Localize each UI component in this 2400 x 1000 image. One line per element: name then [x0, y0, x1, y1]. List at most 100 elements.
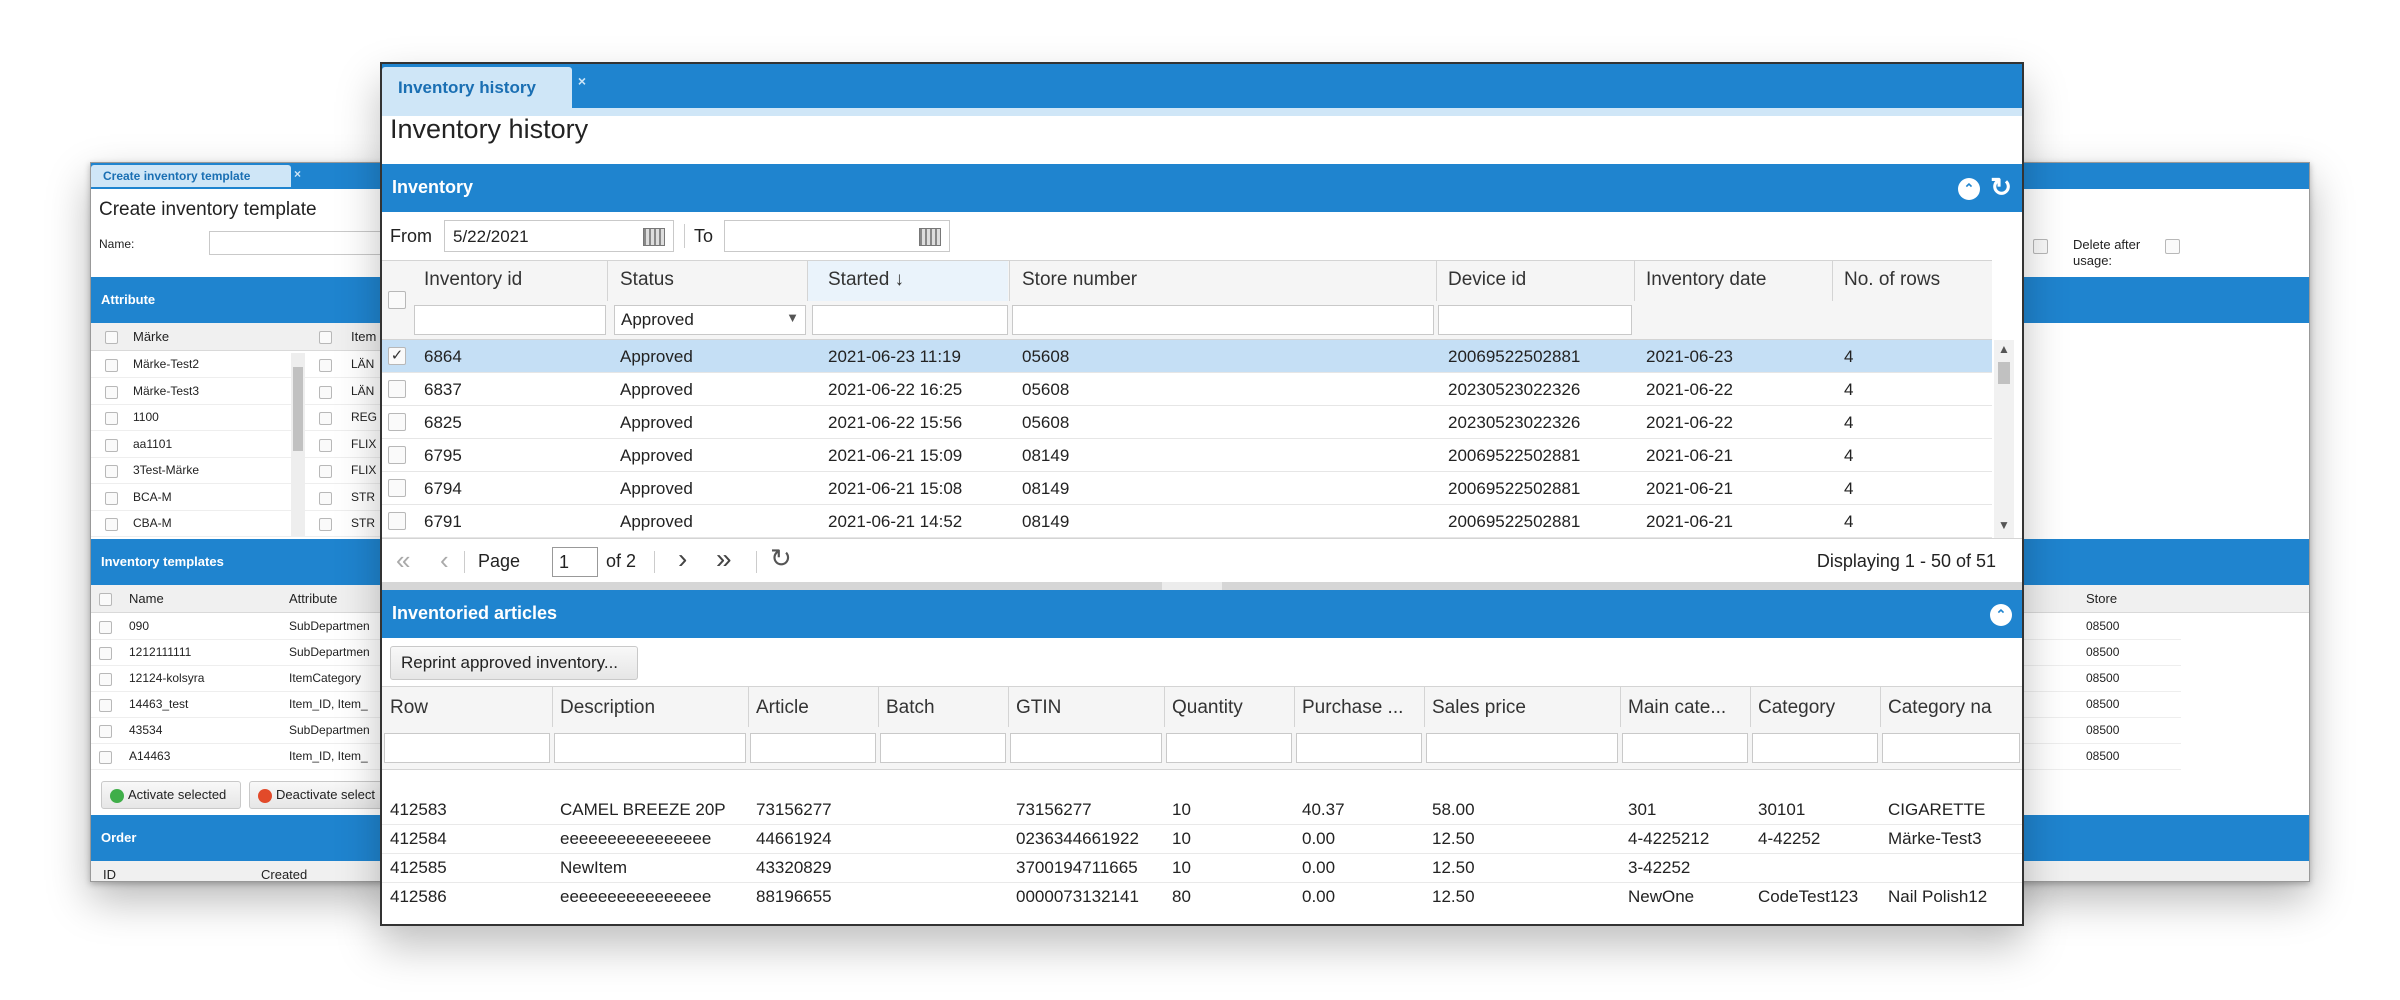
filter-qty[interactable]: [1166, 733, 1292, 763]
filter-cat[interactable]: [1752, 733, 1878, 763]
previous-page-icon[interactable]: ‹: [440, 545, 449, 576]
row-checkbox[interactable]: [319, 438, 332, 452]
table-row[interactable]: 412586 eeeeeeeeeeeeeeee 88196655 0000073132…: [382, 883, 2022, 910]
row-checkbox[interactable]: [105, 412, 118, 425]
row-checkbox[interactable]: [105, 518, 118, 531]
refresh-icon[interactable]: ↻: [1990, 172, 2012, 202]
last-page-icon[interactable]: »: [716, 543, 732, 575]
refresh-icon[interactable]: ↻: [770, 543, 792, 574]
filter-article[interactable]: [750, 733, 876, 763]
row-checkbox[interactable]: [319, 412, 332, 425]
table-row[interactable]: 412584 eeeeeeeeeeeeeeee 44661924 0236344661…: [382, 825, 2022, 854]
from-date-field[interactable]: 5/22/2021: [444, 220, 674, 252]
page-number-input[interactable]: 1: [552, 547, 598, 577]
row-checkbox[interactable]: [319, 385, 332, 399]
col-catname[interactable]: Category na: [1888, 697, 2018, 719]
filter-status[interactable]: Approved ▼: [614, 305, 806, 335]
table-row[interactable]: A14463 Item_ID, Item_: [91, 744, 399, 770]
first-page-icon[interactable]: «: [396, 545, 410, 576]
checked-checkbox[interactable]: ✓: [388, 347, 406, 365]
scroll-up-icon[interactable]: ▲: [1998, 342, 2010, 356]
select-all-checkbox[interactable]: [388, 291, 406, 309]
calendar-icon[interactable]: [919, 228, 941, 246]
col-qty[interactable]: Quantity: [1172, 697, 1290, 719]
filter-row[interactable]: [384, 733, 550, 763]
col-device-id[interactable]: Device id: [1448, 269, 1526, 291]
calendar-icon[interactable]: [643, 228, 665, 246]
tab-inventory-history[interactable]: Inventory history ×: [382, 67, 586, 108]
table-row[interactable]: 6795 Approved 2021-06-21 15:09 08149 2006952…: [382, 439, 1992, 472]
table-row[interactable]: 090 SubDepartmen: [91, 614, 399, 640]
row-checkbox[interactable]: [388, 479, 406, 497]
name-input[interactable]: [209, 231, 399, 255]
row-checkbox[interactable]: [105, 438, 118, 452]
row-checkbox[interactable]: [388, 446, 406, 464]
table-row[interactable]: 6837 Approved 2021-06-22 16:25 05608 2023052…: [382, 373, 1992, 406]
chevron-up-circle-icon[interactable]: ⌃: [1990, 604, 2012, 626]
col-article[interactable]: Article: [756, 697, 874, 719]
col-no-of-rows[interactable]: No. of rows: [1844, 269, 1940, 291]
filter-desc[interactable]: [554, 733, 746, 763]
table-row[interactable]: ✓ 6864 Approved 2021-06-23 11:19 05608 200695…: [382, 340, 1992, 373]
col-inventory-id[interactable]: Inventory id: [424, 269, 522, 291]
col-cat[interactable]: Category: [1758, 697, 1876, 719]
filter-purchase[interactable]: [1296, 733, 1422, 763]
col-store-number[interactable]: Store number: [1022, 269, 1137, 291]
to-date-field[interactable]: [724, 220, 950, 252]
list-scrollbar[interactable]: [291, 353, 305, 537]
row-checkbox[interactable]: [105, 491, 118, 505]
table-row[interactable]: 6825 Approved 2021-06-22 15:56 05608 2023052…: [382, 406, 1992, 439]
list-item[interactable]: CBA-M STR: [91, 511, 399, 537]
activate-selected-button[interactable]: Activate selected: [101, 781, 241, 809]
row-checkbox[interactable]: [99, 699, 112, 712]
table-row[interactable]: 43534 SubDepartmen: [91, 718, 399, 744]
list-item[interactable]: 1100 REG: [91, 405, 399, 431]
list-item[interactable]: 3Test-Märke FLIX: [91, 458, 399, 484]
row-checkbox[interactable]: [319, 491, 332, 505]
col-status[interactable]: Status: [620, 269, 674, 291]
inventory-scrollbar[interactable]: ▲ ▼: [1994, 340, 2014, 538]
filter-inventory-id[interactable]: [414, 305, 606, 335]
filter-sales[interactable]: [1426, 733, 1618, 763]
splitter-handle[interactable]: [1162, 582, 1222, 590]
deactivate-selected-button[interactable]: Deactivate select: [249, 781, 399, 809]
splitter[interactable]: [382, 582, 2022, 590]
scroll-thumb[interactable]: [293, 367, 303, 451]
close-icon[interactable]: ×: [294, 163, 301, 185]
col-main[interactable]: Main cate...: [1628, 697, 1746, 719]
row-checkbox[interactable]: [105, 465, 118, 478]
filter-device-id[interactable]: [1438, 305, 1632, 335]
filter-store-number[interactable]: [1012, 305, 1434, 335]
row-checkbox[interactable]: [388, 413, 406, 431]
row-checkbox[interactable]: [99, 725, 112, 738]
col-batch[interactable]: Batch: [886, 697, 1004, 719]
col-sales[interactable]: Sales price: [1432, 697, 1616, 719]
next-page-icon[interactable]: ›: [678, 543, 687, 575]
col-desc[interactable]: Description: [560, 697, 744, 719]
row-checkbox[interactable]: [388, 380, 406, 398]
list-item[interactable]: Märke-Test2 LÄN: [91, 352, 399, 378]
chevron-down-icon[interactable]: ▼: [786, 310, 799, 325]
row-checkbox[interactable]: [319, 465, 332, 478]
tab-create-inventory-template[interactable]: Create inventory template ×: [91, 165, 301, 187]
col-row[interactable]: Row: [390, 697, 548, 719]
list-item[interactable]: BCA-M STR: [91, 485, 399, 511]
row-checkbox[interactable]: [99, 647, 112, 660]
row-checkbox[interactable]: [99, 621, 112, 634]
select-all-item-checkbox[interactable]: [319, 331, 332, 344]
row-checkbox[interactable]: [99, 673, 112, 686]
table-row[interactable]: 6794 Approved 2021-06-21 15:08 08149 2006952…: [382, 472, 1992, 505]
row-checkbox[interactable]: [319, 359, 332, 372]
close-icon[interactable]: ×: [578, 64, 586, 102]
col-purchase[interactable]: Purchase ...: [1302, 697, 1420, 719]
filter-gtin[interactable]: [1010, 733, 1162, 763]
filter-started[interactable]: [812, 305, 1008, 335]
table-row[interactable]: 6791 Approved 2021-06-21 14:52 08149 2006952…: [382, 505, 1992, 538]
row-checkbox[interactable]: [319, 518, 332, 531]
col-gtin[interactable]: GTIN: [1016, 697, 1160, 719]
table-row[interactable]: 1212111111 SubDepartmen: [91, 640, 399, 666]
list-item[interactable]: Märke-Test3 LÄN: [91, 379, 399, 405]
filter-batch[interactable]: [880, 733, 1006, 763]
select-all-checkbox[interactable]: [99, 593, 112, 606]
row-checkbox[interactable]: [388, 512, 406, 530]
